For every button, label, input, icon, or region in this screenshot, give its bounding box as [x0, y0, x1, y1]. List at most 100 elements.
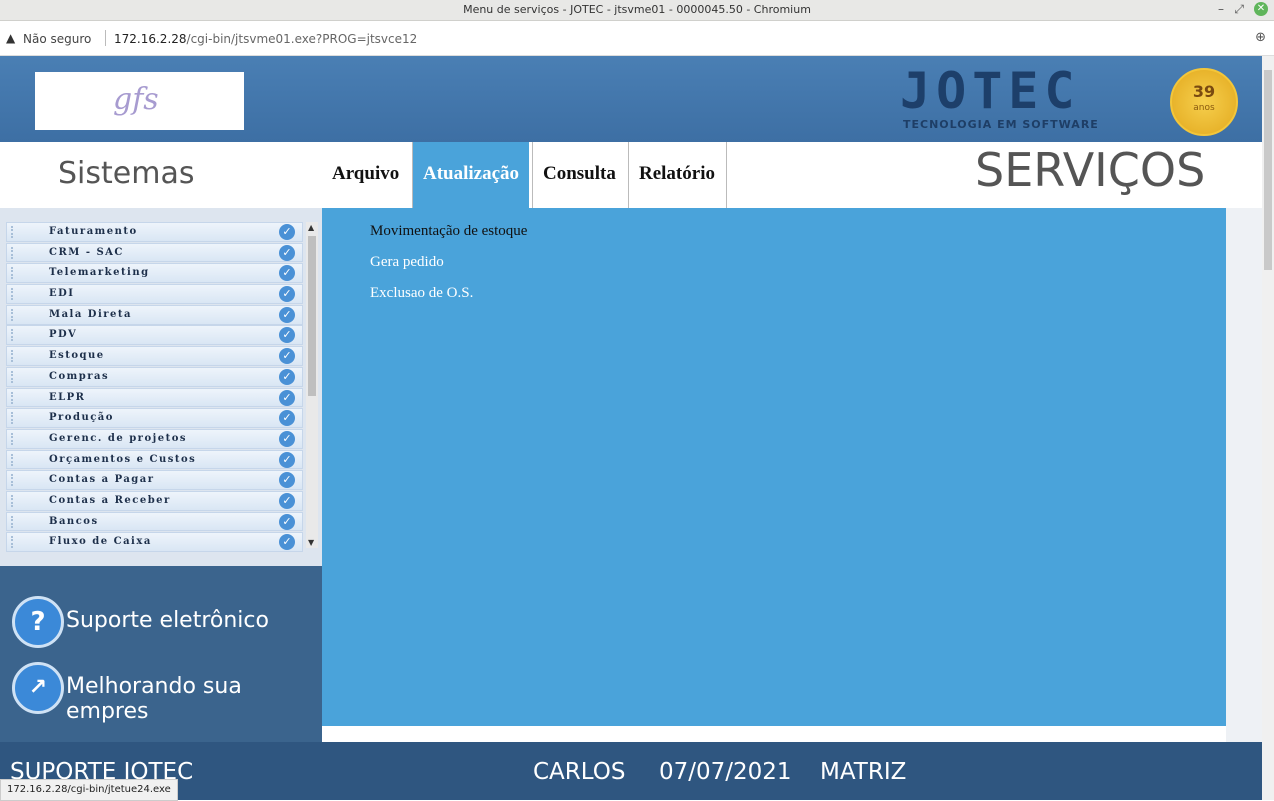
menu-separator	[726, 142, 727, 208]
menu-arquivo[interactable]: Arquivo	[322, 142, 409, 208]
anniversary-badge: 39 anos	[1170, 68, 1238, 136]
system-label: Orçamentos e Custos	[49, 453, 197, 465]
system-item[interactable]: Telemarketing ✓	[6, 263, 303, 284]
system-label: Produção	[49, 412, 114, 424]
check-icon[interactable]: ✓	[279, 224, 295, 240]
grip-icon	[11, 494, 17, 507]
zoom-icon[interactable]: ⊕	[1255, 30, 1266, 45]
jotec-logo: JOTEC TECNOLOGIA EM SOFTWARE	[900, 62, 1150, 136]
badge-number: 39	[1192, 82, 1216, 101]
restore-icon[interactable]: ⤢	[1234, 2, 1244, 17]
footer-date: 07/07/2021	[659, 759, 792, 785]
grip-icon	[11, 329, 17, 342]
systems-list: Faturamento ✓ CRM - SAC ✓ Telemarketing ✓ EDI ✓…	[6, 222, 303, 553]
system-item[interactable]: PDV ✓	[6, 325, 303, 346]
right-panel-edge	[1226, 208, 1262, 742]
system-label: Compras	[49, 370, 110, 382]
check-icon[interactable]: ✓	[279, 472, 295, 489]
system-label: ELPR	[49, 391, 86, 403]
logo-text: gfs	[113, 82, 159, 117]
check-icon[interactable]: ✓	[279, 348, 295, 365]
system-label: EDI	[49, 288, 75, 300]
menu-item-exclusao-os[interactable]: Exclusao de O.S.	[370, 285, 473, 302]
scroll-down-icon[interactable]: ▼	[308, 538, 314, 547]
system-item[interactable]: Fluxo de Caixa ✓	[6, 532, 303, 553]
support-panel: ? Suporte eletrônico ↗ Melhorando sua em…	[0, 566, 322, 742]
menu-relatorio[interactable]: Relatório	[629, 142, 725, 208]
system-label: PDV	[49, 329, 78, 341]
systems-scrollbar[interactable]: ▲ ▼	[306, 222, 318, 548]
system-item[interactable]: Contas a Receber ✓	[6, 490, 303, 511]
system-item[interactable]: Contas a Pagar ✓	[6, 470, 303, 491]
check-icon[interactable]: ✓	[279, 265, 295, 282]
warning-icon[interactable]: ▲	[6, 31, 15, 45]
page-scrollbar[interactable]	[1262, 56, 1274, 800]
grip-icon	[11, 267, 17, 280]
system-label: Gerenc. de projetos	[49, 432, 188, 444]
improve-link[interactable]: Melhorando sua empres	[66, 674, 322, 724]
check-icon[interactable]: ✓	[279, 327, 295, 344]
grip-icon	[11, 391, 17, 404]
close-icon[interactable]: ✕	[1254, 2, 1268, 16]
help-icon[interactable]: ?	[12, 596, 64, 648]
footer-user: CARLOS	[533, 759, 626, 785]
security-label[interactable]: Não seguro	[23, 32, 91, 46]
grip-icon	[11, 288, 17, 301]
system-label: Fluxo de Caixa	[49, 536, 152, 548]
company-logo: gfs	[35, 72, 244, 130]
menu-item-gera-pedido[interactable]: Gera pedido	[370, 254, 444, 271]
system-label: Telemarketing	[49, 267, 150, 279]
system-item[interactable]: EDI ✓	[6, 284, 303, 304]
system-item[interactable]: Estoque ✓	[6, 346, 303, 366]
check-icon[interactable]: ✓	[279, 368, 295, 385]
minimize-icon[interactable]: –	[1218, 2, 1224, 16]
system-item[interactable]: Gerenc. de projetos ✓	[6, 428, 303, 449]
system-label: CRM - SAC	[49, 246, 124, 258]
separator	[105, 30, 106, 46]
check-icon[interactable]: ✓	[279, 389, 295, 406]
menu-consulta[interactable]: Consulta	[533, 142, 626, 208]
brand-tagline: TECNOLOGIA EM SOFTWARE	[903, 118, 1099, 131]
atualizacao-dropdown: Movimentação de estoque Gera pedido Excl…	[322, 208, 1226, 726]
scroll-up-icon[interactable]: ▲	[308, 223, 314, 232]
system-item[interactable]: Bancos ✓	[6, 511, 303, 532]
check-icon[interactable]: ✓	[279, 492, 295, 509]
chart-up-icon[interactable]: ↗	[12, 662, 64, 714]
menu-atualizacao[interactable]: Atualização	[413, 142, 530, 208]
check-icon[interactable]: ✓	[279, 513, 295, 530]
system-item[interactable]: Mala Direta ✓	[6, 304, 303, 325]
system-item[interactable]: Faturamento ✓	[6, 222, 303, 242]
system-item[interactable]: Compras ✓	[6, 366, 303, 387]
system-label: Bancos	[49, 515, 99, 527]
check-icon[interactable]: ✓	[279, 306, 295, 323]
window-titlebar: Menu de serviços - JOTEC - jtsvme01 - 00…	[0, 0, 1274, 21]
window-title: Menu de serviços - JOTEC - jtsvme01 - 00…	[463, 3, 811, 16]
grip-icon	[11, 246, 17, 259]
grip-icon	[11, 536, 17, 549]
system-item[interactable]: ELPR ✓	[6, 387, 303, 408]
check-icon[interactable]: ✓	[279, 534, 295, 551]
menu-item-movimentacao[interactable]: Movimentação de estoque	[370, 223, 527, 240]
grip-icon	[11, 370, 17, 383]
system-item[interactable]: Produção ✓	[6, 408, 303, 428]
support-link[interactable]: Suporte eletrônico	[66, 608, 269, 633]
system-label: Contas a Pagar	[49, 474, 155, 486]
address-bar[interactable]: ▲ Não seguro 172.16.2.28/cgi-bin/jtsvme0…	[0, 21, 1274, 56]
brand-name: JOTEC	[900, 62, 1081, 120]
check-icon[interactable]: ✓	[279, 430, 295, 447]
scroll-thumb[interactable]	[308, 236, 316, 396]
status-bar: 172.16.2.28/cgi-bin/jtetue24.exe	[0, 779, 178, 801]
grip-icon	[11, 412, 17, 425]
sistemas-heading: Sistemas	[58, 156, 195, 191]
grip-icon	[11, 453, 17, 466]
check-icon[interactable]: ✓	[279, 286, 295, 303]
check-icon[interactable]: ✓	[279, 410, 295, 427]
page-scroll-thumb[interactable]	[1264, 70, 1272, 270]
url-text[interactable]: 172.16.2.28/cgi-bin/jtsvme01.exe?PROG=jt…	[114, 32, 417, 46]
system-item[interactable]: Orçamentos e Custos ✓	[6, 449, 303, 470]
servicos-heading: SERVIÇOS	[975, 143, 1206, 197]
system-item[interactable]: CRM - SAC ✓	[6, 242, 303, 263]
grip-icon	[11, 226, 17, 238]
check-icon[interactable]: ✓	[279, 244, 295, 261]
check-icon[interactable]: ✓	[279, 451, 295, 468]
